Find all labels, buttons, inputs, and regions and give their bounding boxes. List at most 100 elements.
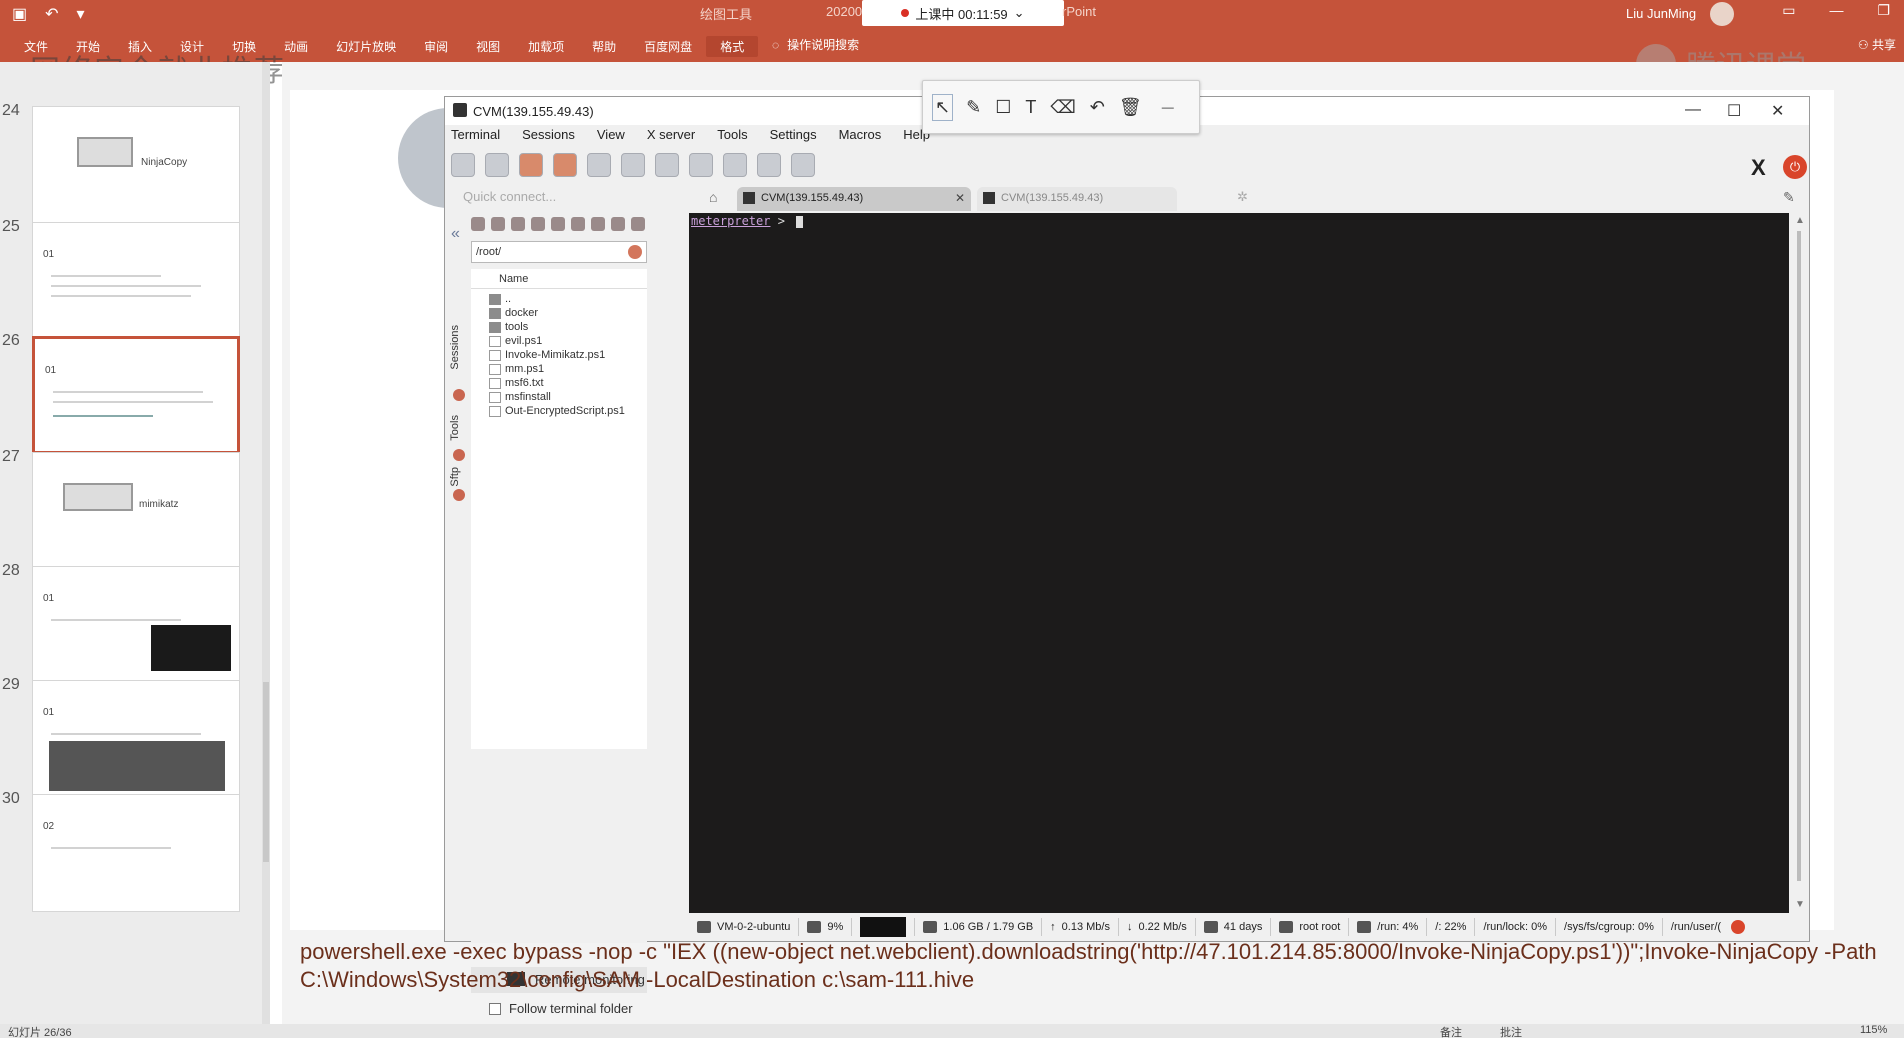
column-header-name[interactable]: Name xyxy=(471,269,647,289)
follow-folder-option[interactable]: Follow terminal folder xyxy=(489,1001,633,1016)
refresh-icon[interactable] xyxy=(531,217,545,231)
view-icon[interactable] xyxy=(621,153,645,177)
tab-addins[interactable]: 加载项 xyxy=(514,36,578,57)
delete-icon[interactable] xyxy=(591,217,605,231)
tab-format[interactable]: 格式 xyxy=(706,36,759,57)
side-tab-sftp[interactable]: Sftp xyxy=(449,467,461,487)
games-icon[interactable] xyxy=(553,153,577,177)
terminal-area[interactable]: meterpreter > xyxy=(689,213,1789,913)
packages-icon[interactable] xyxy=(757,153,781,177)
quick-connect-input[interactable]: Quick connect... xyxy=(463,189,623,211)
slide-number: 27 xyxy=(2,448,20,465)
menu-xserver[interactable]: X server xyxy=(647,127,695,142)
parent-folder-icon[interactable] xyxy=(471,217,485,231)
scroll-up-icon[interactable]: ▲ xyxy=(1795,215,1805,226)
thumbnail-scrollbar[interactable] xyxy=(262,62,270,1024)
new-folder-icon[interactable] xyxy=(571,217,585,231)
session-tab[interactable]: CVM(139.155.49.43) xyxy=(977,187,1177,211)
sessions-icon[interactable] xyxy=(587,153,611,177)
file-icon xyxy=(489,378,501,389)
tools-icon[interactable] xyxy=(519,153,543,177)
menu-tools[interactable]: Tools xyxy=(717,127,747,142)
menu-settings[interactable]: Settings xyxy=(770,127,817,142)
go-icon[interactable] xyxy=(628,245,642,259)
rectangle-icon[interactable]: ☐ xyxy=(995,97,1011,118)
menu-macros[interactable]: Macros xyxy=(839,127,882,142)
minimize-toolbar-icon[interactable]: — xyxy=(1162,100,1174,114)
terminal-scrollbar[interactable]: ▲ ▼ xyxy=(1791,213,1807,913)
share-button[interactable]: ⚇ 共享 xyxy=(1858,36,1896,53)
close-status-icon[interactable] xyxy=(1731,920,1746,934)
menu-sessions[interactable]: Sessions xyxy=(522,127,575,142)
home-tab-icon[interactable]: ⌂ xyxy=(709,189,717,205)
undo-icon[interactable]: ↶ xyxy=(45,4,58,24)
follow-folder-checkbox[interactable] xyxy=(489,1002,501,1015)
quick-access-toolbar: ▣ ↶ ▾ xyxy=(12,4,85,24)
side-tab-tools[interactable]: Tools xyxy=(449,415,461,441)
tab-view[interactable]: 视图 xyxy=(462,36,514,57)
multiexec-icon[interactable] xyxy=(689,153,713,177)
terminal-tab-icon xyxy=(743,192,755,204)
slide-thumbnail[interactable]: 01 xyxy=(32,566,240,684)
tell-me-label: 操作说明搜索 xyxy=(787,38,860,52)
restore-icon[interactable]: ❐ xyxy=(1877,2,1890,19)
properties-icon[interactable] xyxy=(631,217,645,231)
tab-baidu[interactable]: 百度网盘 xyxy=(630,36,706,57)
trash-icon[interactable]: 🗑 xyxy=(1119,97,1142,118)
side-tab-sessions[interactable]: Sessions xyxy=(449,325,461,370)
eraser-icon[interactable]: ⌫ xyxy=(1050,97,1075,118)
tab-review[interactable]: 审阅 xyxy=(410,36,462,57)
new-tab-icon[interactable]: ✲ xyxy=(1237,189,1248,205)
rename-icon[interactable] xyxy=(611,217,625,231)
tab-close-icon[interactable]: ✕ xyxy=(955,191,965,205)
upload-icon[interactable] xyxy=(511,217,525,231)
tab-slideshow[interactable]: 幻灯片放映 xyxy=(322,36,410,57)
maximize-icon[interactable]: ☐ xyxy=(1727,101,1741,121)
recording-indicator[interactable]: 上课中 00:11:59 ⌄ xyxy=(862,0,1064,26)
menu-view[interactable]: View xyxy=(597,127,625,142)
thumb-figure xyxy=(77,137,133,167)
thumb-screenshot xyxy=(49,741,225,791)
pointer-icon[interactable]: ↖ xyxy=(931,93,954,121)
menu-terminal[interactable]: Terminal xyxy=(451,127,500,142)
slide-thumbnail[interactable]: 02 xyxy=(32,794,240,912)
slide-thumbnail[interactable]: NinjaCopy xyxy=(32,106,240,224)
attach-icon[interactable]: ✎ xyxy=(1783,189,1795,206)
slide-thumbnail[interactable]: 01 xyxy=(32,680,240,798)
sftp-path-input[interactable]: /root/ xyxy=(471,241,647,263)
xserver-icon[interactable]: X xyxy=(1751,155,1766,181)
settings-icon[interactable] xyxy=(791,153,815,177)
undo-icon[interactable]: ↶ xyxy=(1090,97,1105,118)
slide-thumbnail[interactable]: mimikatz xyxy=(32,452,240,570)
save-icon[interactable]: ▣ xyxy=(12,4,27,24)
scrollbar-thumb[interactable] xyxy=(263,682,269,862)
zoom-level[interactable]: 115% xyxy=(1860,1024,1887,1036)
split-icon[interactable] xyxy=(655,153,679,177)
tell-me-search[interactable]: ◌ 操作说明搜索 xyxy=(772,36,859,53)
sftp-side-icon[interactable] xyxy=(453,489,465,501)
pen-icon[interactable]: ✎ xyxy=(966,97,981,118)
close-icon[interactable]: ✕ xyxy=(1771,101,1784,121)
session-icon[interactable] xyxy=(451,153,475,177)
ribbon-options-icon[interactable]: ▭ xyxy=(1782,2,1795,19)
customize-icon[interactable]: ▾ xyxy=(77,4,85,24)
star-icon[interactable] xyxy=(453,389,465,401)
minimize-icon[interactable]: — xyxy=(1685,101,1701,119)
slide-thumbnail-selected[interactable]: 01 xyxy=(32,336,240,454)
avatar[interactable] xyxy=(1710,2,1734,26)
tools-side-icon[interactable] xyxy=(453,449,465,461)
servers-icon[interactable] xyxy=(485,153,509,177)
moba-menu: Terminal Sessions View X server Tools Se… xyxy=(451,127,930,142)
scroll-down-icon[interactable]: ▼ xyxy=(1795,899,1805,910)
download-icon[interactable] xyxy=(491,217,505,231)
minimize-icon[interactable]: — xyxy=(1829,2,1843,19)
new-file-icon[interactable] xyxy=(551,217,565,231)
scrollbar-thumb[interactable] xyxy=(1797,231,1801,881)
text-icon[interactable]: T xyxy=(1025,97,1036,118)
tab-help[interactable]: 帮助 xyxy=(578,36,630,57)
slide-thumbnail[interactable]: 01 xyxy=(32,222,240,340)
session-tab-active[interactable]: CVM(139.155.49.43) ✕ xyxy=(737,187,971,211)
user-name[interactable]: Liu JunMing xyxy=(1626,6,1696,21)
tunneling-icon[interactable] xyxy=(723,153,747,177)
exit-icon[interactable]: ⏻ xyxy=(1783,155,1807,179)
